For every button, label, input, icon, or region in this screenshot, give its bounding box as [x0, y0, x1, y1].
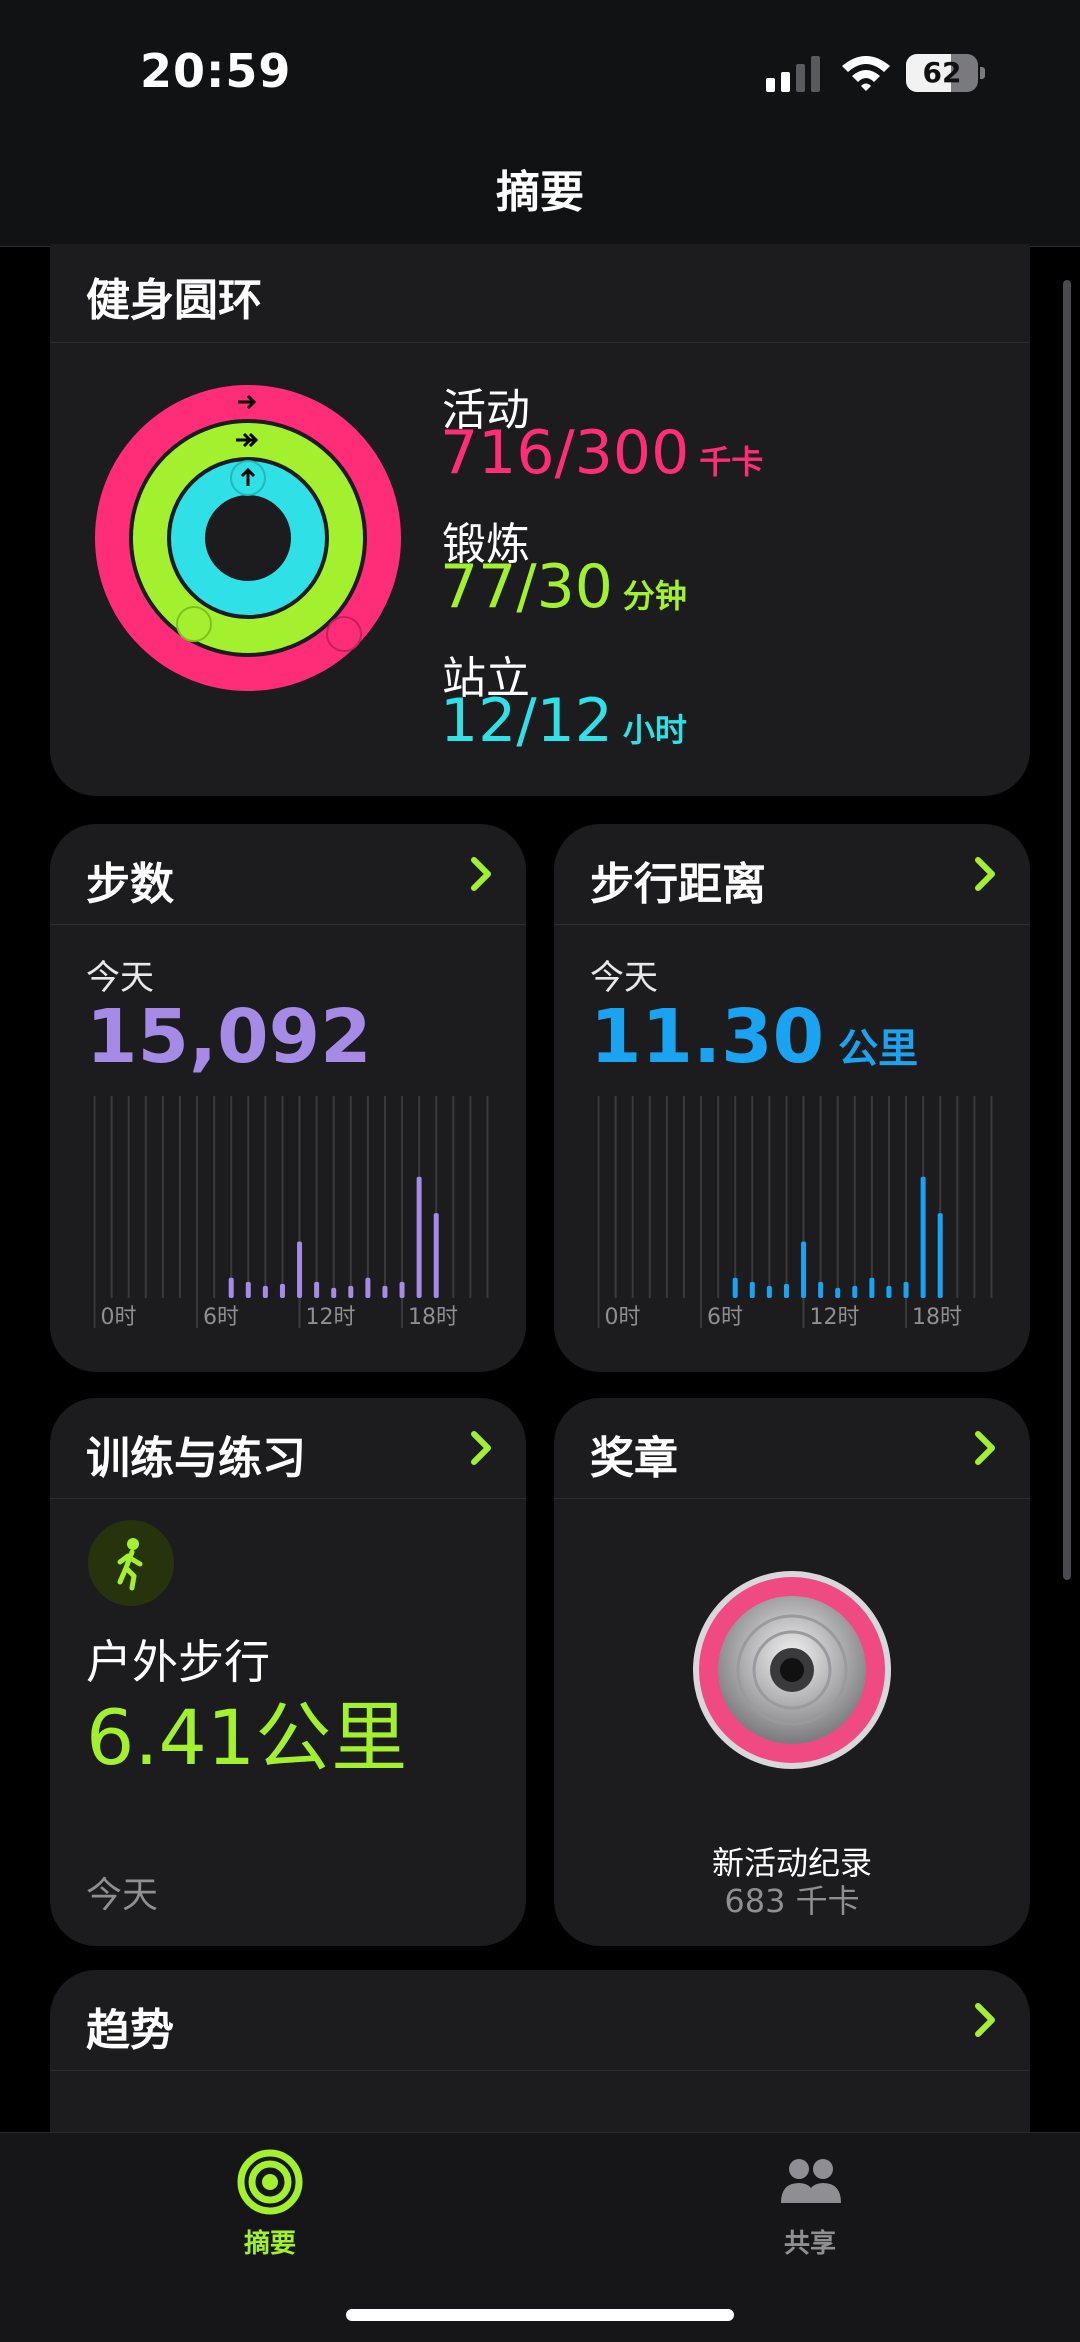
chart-bar: [886, 1285, 892, 1298]
card-title: 趋势: [86, 2005, 174, 2056]
axis-tick-label: 0时: [101, 1305, 137, 1330]
navigation-bar: 摘要: [0, 140, 1080, 247]
steps-card[interactable]: 步数 今天 15,092 0时 6时 12时 18时: [50, 824, 526, 1372]
home-indicator[interactable]: [346, 2309, 734, 2321]
status-time: 20:59: [140, 44, 292, 98]
outdoor-walk-icon: [88, 1520, 174, 1606]
workout-value: 6.41公里: [86, 1693, 408, 1782]
exercise-unit: 分钟: [622, 577, 687, 615]
axis-tick-label: 6时: [707, 1305, 743, 1330]
axis-tick-label: 18时: [912, 1305, 962, 1330]
chart-bar: [348, 1285, 354, 1298]
chart-bar: [331, 1287, 337, 1298]
awards-card[interactable]: 奖章 新活动纪录 683 千卡: [554, 1398, 1030, 1946]
chart-bar: [399, 1281, 405, 1298]
activity-rings-card[interactable]: 健身圆环 活动 716/300 千卡 锻炼 77/30 分钟 站立 12/12 小时: [50, 244, 1030, 796]
period-label: 今天: [86, 958, 154, 998]
chart-bar: [818, 1281, 824, 1298]
chart-bar: [801, 1241, 807, 1298]
chart-bar: [433, 1213, 439, 1298]
award-subtitle: 683 千卡: [724, 1882, 860, 1920]
sharing-people-icon: [781, 2159, 841, 2203]
tab-summary[interactable]: 摘要: [190, 2147, 350, 2260]
battery-percent: 62: [922, 56, 962, 89]
chart-bar: [869, 1277, 875, 1298]
chart-bar: [903, 1281, 909, 1298]
chart-bar: [783, 1283, 789, 1298]
chart-bar: [749, 1281, 755, 1298]
exercise-value: 77/30 分钟: [440, 552, 687, 622]
steps-bar-chart: 0时 6时 12时 18时: [93, 1096, 489, 1330]
card-title: 奖章: [590, 1433, 678, 1484]
move-value: 716/300 千卡: [440, 418, 764, 488]
chart-bar: [279, 1283, 285, 1298]
activity-rings-graphic: [95, 385, 401, 691]
chart-bar: [937, 1213, 943, 1298]
summary-rings-icon: [237, 2149, 303, 2215]
axis-tick-label: 12时: [810, 1305, 860, 1330]
walking-distance-card[interactable]: 步行距离 今天 11.30 公里 0时 6时 12时 18时: [554, 824, 1030, 1372]
chevron-right-icon[interactable]: [972, 1426, 1000, 1470]
chart-bar: [416, 1176, 422, 1298]
stand-value: 12/12 小时: [440, 686, 687, 756]
chart-bar: [766, 1285, 772, 1298]
wifi-icon: [842, 56, 890, 91]
tab-sharing[interactable]: 共享: [730, 2147, 890, 2260]
axis-tick-label: 12时: [306, 1305, 356, 1330]
chart-bar: [245, 1281, 251, 1298]
axis-tick-label: 0时: [605, 1305, 641, 1330]
chart-bar: [297, 1241, 303, 1298]
status-bar: 20:59 62: [0, 0, 1080, 140]
card-title: 健身圆环: [86, 275, 262, 326]
scroll-indicator[interactable]: [1063, 280, 1071, 1580]
distance-unit: 公里: [838, 1026, 919, 1072]
chart-bar: [365, 1277, 371, 1298]
card-header: 奖章: [554, 1398, 1030, 1499]
card-title: 步行距离: [590, 859, 766, 910]
workouts-card[interactable]: 训练与练习 户外步行 6.41公里 今天: [50, 1398, 526, 1946]
card-header: 趋势: [50, 1970, 1030, 2071]
medal-icon: [693, 1571, 891, 1769]
tab-label: 摘要: [243, 2229, 296, 2259]
workout-date: 今天: [86, 1875, 159, 1916]
card-header: 步数: [50, 824, 526, 925]
card-title: 步数: [86, 859, 174, 910]
stand-unit: 小时: [622, 711, 687, 749]
period-label: 今天: [590, 958, 658, 998]
page-title: 摘要: [496, 167, 584, 218]
distance-bar-chart: 0时 6时 12时 18时: [597, 1096, 993, 1330]
cellular-signal-icon: [766, 56, 820, 92]
move-unit: 千卡: [699, 443, 764, 481]
chart-bar: [852, 1285, 858, 1298]
chart-bar: [732, 1277, 738, 1298]
chart-bar: [835, 1287, 841, 1298]
chart-bar: [382, 1285, 388, 1298]
steps-value: 15,092: [86, 994, 372, 1080]
axis-tick-label: 6时: [203, 1305, 239, 1330]
chart-bar: [920, 1176, 926, 1298]
chart-bar: [314, 1281, 320, 1298]
battery-indicator: 62: [906, 54, 986, 92]
card-header: 健身圆环: [50, 244, 1030, 343]
tab-label: 共享: [783, 2229, 836, 2259]
card-header: 训练与练习: [50, 1398, 526, 1499]
chart-bar: [228, 1277, 234, 1298]
distance-value: 11.30 公里: [590, 994, 919, 1080]
chevron-right-icon[interactable]: [468, 852, 496, 896]
axis-tick-label: 18时: [408, 1305, 458, 1330]
chevron-right-icon[interactable]: [468, 1426, 496, 1470]
chevron-right-icon[interactable]: [972, 1998, 1000, 2042]
chart-bar: [262, 1285, 268, 1298]
card-header: 步行距离: [554, 824, 1030, 925]
card-title: 训练与练习: [86, 1433, 306, 1484]
chevron-right-icon[interactable]: [972, 852, 1000, 896]
